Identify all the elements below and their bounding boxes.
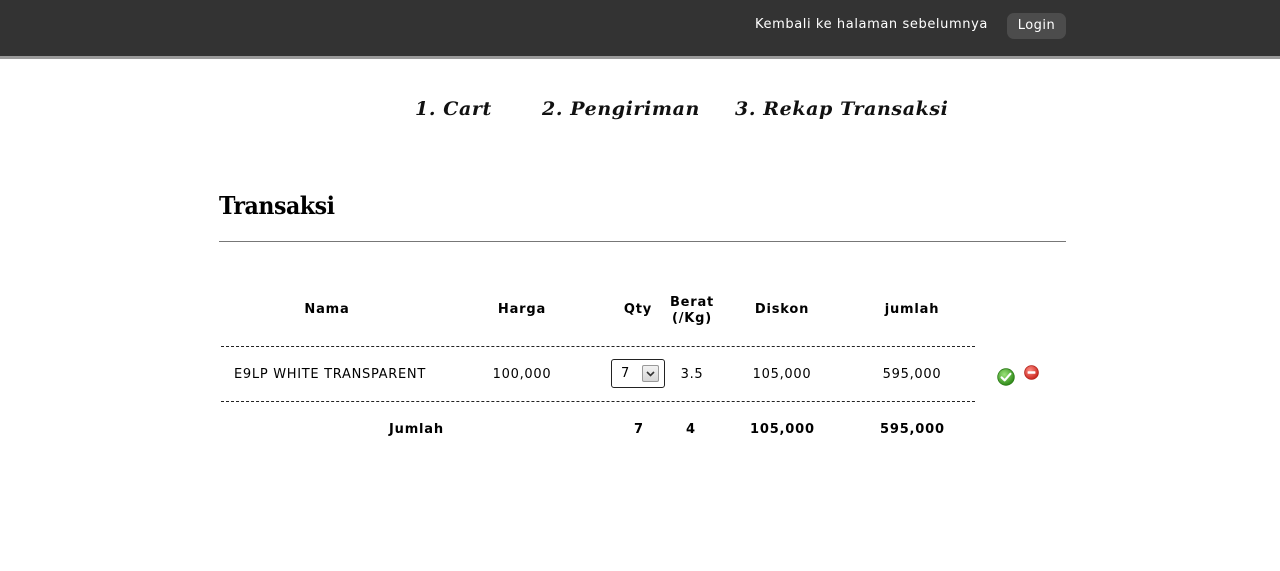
table-divider-top	[221, 346, 975, 347]
quantity-value: 7	[621, 366, 630, 381]
column-header-berat-line2: (/Kg)	[671, 311, 712, 326]
column-header-qty: Qty	[623, 302, 653, 317]
item-weight: 3.5	[680, 367, 704, 382]
totals-discount: 105,000	[750, 422, 815, 437]
top-navbar: Kembali ke halaman sebelumnya Login	[0, 0, 1280, 59]
column-header-berat-line1: Berat	[669, 295, 715, 310]
dropdown-arrow-icon[interactable]	[642, 365, 659, 382]
checkout-steps: 1. Cart 2. Pengiriman 3. Rekap Transaksi	[0, 98, 1280, 128]
step-rekap-transaksi[interactable]: 3. Rekap Transaksi	[735, 98, 948, 120]
totals-amount: 595,000	[880, 422, 945, 437]
back-link[interactable]: Kembali ke halaman sebelumnya	[755, 17, 988, 32]
login-button[interactable]: Login	[1007, 13, 1066, 39]
column-header-jumlah: jumlah	[884, 302, 940, 317]
table-divider-bottom	[221, 401, 975, 402]
column-header-diskon: Diskon	[754, 302, 810, 317]
check-icon[interactable]	[997, 368, 1015, 386]
chevron-down-icon	[646, 371, 655, 377]
page-title: Transaksi	[219, 191, 335, 220]
item-total: 595,000	[882, 367, 942, 382]
remove-icon[interactable]	[1024, 365, 1039, 380]
totals-label: Jumlah	[389, 422, 444, 437]
totals-weight: 4	[686, 422, 696, 437]
item-discount: 105,000	[752, 367, 812, 382]
item-name: E9LP WHITE TRANSPARENT	[234, 367, 426, 382]
step-pengiriman[interactable]: 2. Pengiriman	[542, 98, 700, 120]
quantity-select[interactable]: 7	[611, 359, 665, 388]
column-header-nama: Nama	[304, 302, 350, 317]
totals-qty: 7	[634, 422, 644, 437]
column-header-harga: Harga	[497, 302, 547, 317]
column-header-berat: Berat (/Kg)	[662, 295, 722, 327]
item-price: 100,000	[492, 367, 552, 382]
title-divider	[219, 241, 1066, 242]
step-cart[interactable]: 1. Cart	[415, 98, 492, 120]
